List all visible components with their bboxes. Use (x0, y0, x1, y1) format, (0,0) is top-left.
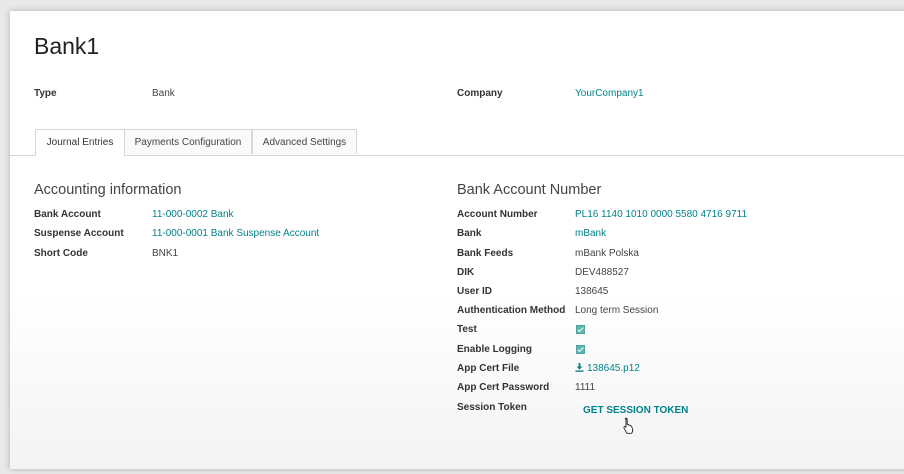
bank-account-label: Bank Account (34, 209, 101, 220)
account-number-link[interactable]: PL16 1140 1010 0000 5580 4716 9711 (575, 209, 747, 220)
app-cert-file-label: App Cert File (457, 363, 520, 374)
suspense-account-label: Suspense Account (34, 228, 124, 239)
app-cert-file-link[interactable]: 138645.p12 (575, 363, 640, 374)
enable-logging-label: Enable Logging (457, 344, 532, 355)
bank-account-number-section-title: Bank Account Number (457, 182, 602, 198)
record-title: Bank1 (34, 33, 100, 59)
bank-feeds-label: Bank Feeds (457, 248, 514, 259)
short-code-value: BNK1 (152, 248, 179, 259)
form-sheet: Bank1 Type Bank Company YourCompany1 Jou… (10, 11, 904, 469)
enable-logging-checkbox[interactable] (576, 345, 585, 354)
bank-account-link[interactable]: 11-000-0002 Bank (152, 209, 234, 220)
auth-method-label: Authentication Method (457, 305, 566, 316)
type-label: Type (34, 88, 57, 99)
app-cert-password-value: 1111 (575, 382, 596, 393)
user-id-value: 138645 (575, 286, 609, 297)
app-cert-password-label: App Cert Password (457, 382, 550, 393)
bank-link[interactable]: mBank (575, 228, 606, 239)
hand-pointer-icon (623, 417, 634, 434)
bank-feeds-value: mBank Polska (575, 248, 639, 259)
get-session-token-button[interactable]: GET SESSION TOKEN (583, 405, 688, 416)
bank-label: Bank (457, 228, 482, 239)
type-value: Bank (152, 88, 175, 99)
accounting-section-title: Accounting information (34, 182, 182, 198)
company-link[interactable]: YourCompany1 (575, 88, 644, 99)
short-code-label: Short Code (34, 248, 88, 259)
dik-value: DEV488527 (575, 267, 629, 278)
test-label: Test (457, 324, 477, 335)
company-label: Company (457, 88, 503, 99)
tab-payments-configuration[interactable]: Payments Configuration (124, 129, 252, 154)
test-checkbox[interactable] (576, 325, 585, 334)
suspense-account-link[interactable]: 11-000-0001 Bank Suspense Account (152, 228, 319, 239)
app-cert-file-name: 138645.p12 (587, 363, 640, 374)
dik-label: DIK (457, 267, 475, 278)
auth-method-value: Long term Session (575, 305, 659, 316)
tab-advanced-settings[interactable]: Advanced Settings (252, 129, 357, 154)
account-number-label: Account Number (457, 209, 538, 220)
session-token-label: Session Token (457, 402, 527, 413)
tab-journal-entries[interactable]: Journal Entries (35, 129, 125, 156)
user-id-label: User ID (457, 286, 493, 297)
notebook-tabs: Journal Entries Payments Configuration A… (10, 128, 904, 156)
download-icon (575, 363, 584, 372)
